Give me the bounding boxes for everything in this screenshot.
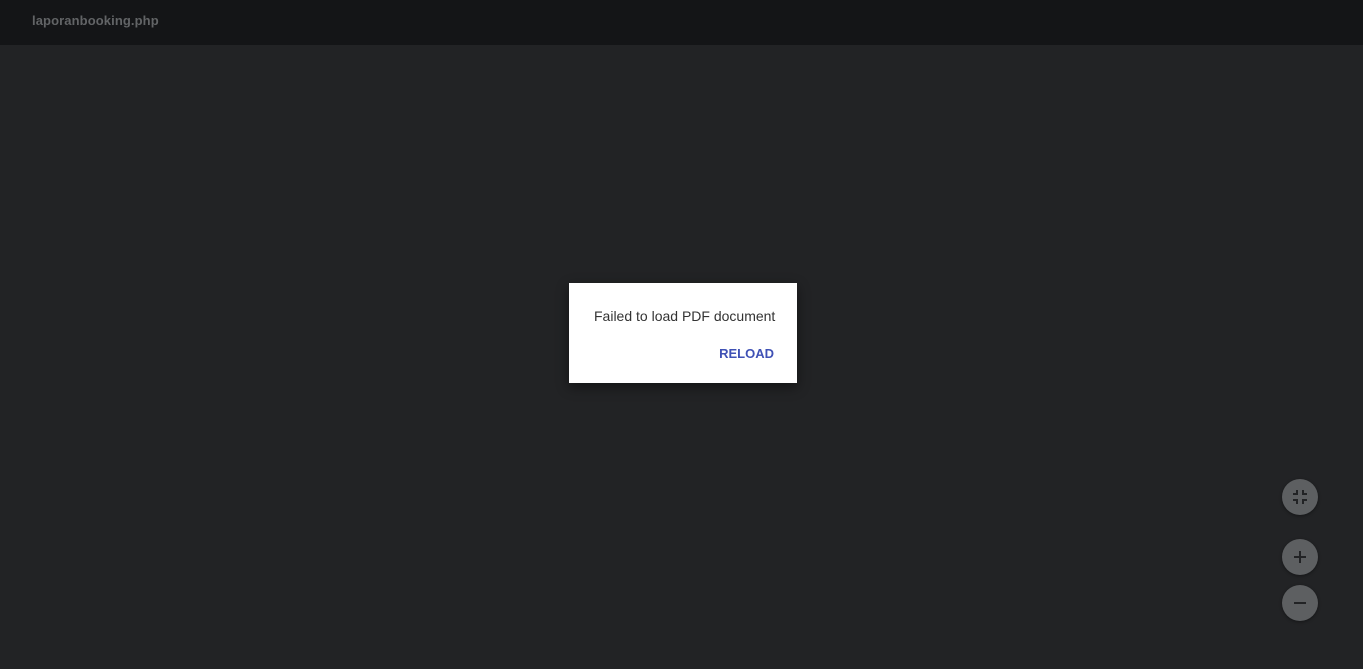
reload-button[interactable]: RELOAD <box>719 346 774 361</box>
document-title: laporanbooking.php <box>32 13 159 28</box>
zoom-in-button[interactable] <box>1282 539 1318 575</box>
zoom-out-icon <box>1294 602 1306 604</box>
fit-to-page-button[interactable] <box>1282 479 1318 515</box>
fit-to-page-icon <box>1293 490 1307 504</box>
error-message: Failed to load PDF document <box>594 308 776 324</box>
error-dialog: Failed to load PDF document RELOAD <box>569 283 797 383</box>
zoom-out-button[interactable] <box>1282 585 1318 621</box>
zoom-in-icon <box>1294 551 1306 563</box>
pdf-toolbar: laporanbooking.php <box>0 0 1363 45</box>
